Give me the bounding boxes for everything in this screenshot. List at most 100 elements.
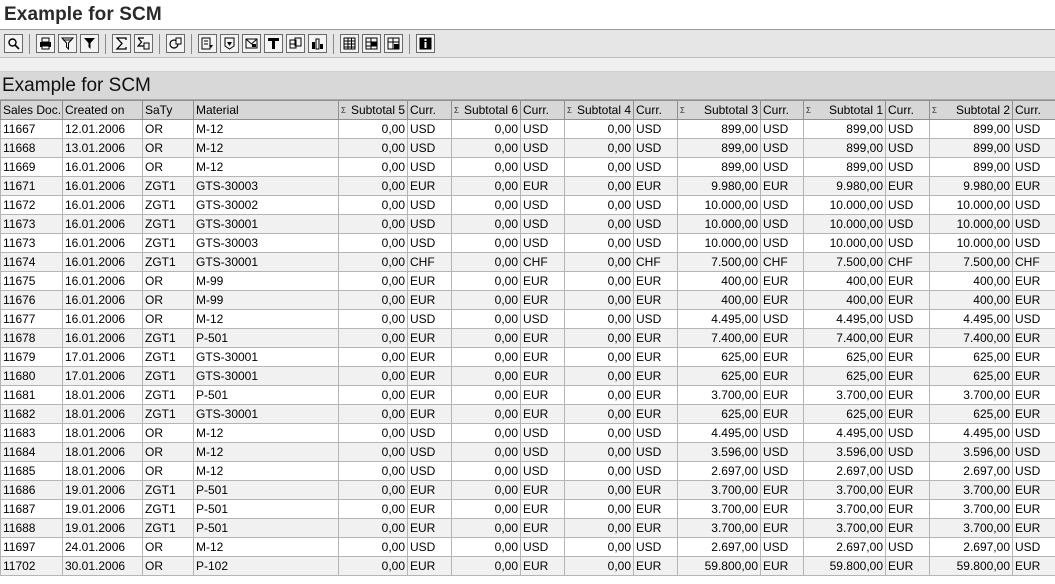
table-row[interactable]: 11673 16.01.2006 ZGT1 GTS-30003 0,00 USD 0,00 U… — [0, 233, 1055, 253]
column-header-curr[interactable]: Curr. — [407, 100, 452, 120]
table-cell[interactable]: USD — [633, 423, 678, 443]
table-cell[interactable]: USD — [520, 423, 565, 443]
table-cell[interactable]: 11667 — [0, 119, 63, 139]
table-cell[interactable]: USD — [885, 214, 930, 234]
table-cell[interactable]: OR — [142, 461, 194, 481]
table-cell[interactable]: USD — [1012, 537, 1055, 557]
table-cell[interactable]: USD — [407, 423, 452, 443]
table-cell[interactable]: 0,00 — [564, 119, 634, 139]
table-cell[interactable]: EUR — [1012, 480, 1055, 500]
table-cell[interactable]: EUR — [1012, 176, 1055, 196]
table-cell[interactable]: 11676 — [0, 290, 63, 310]
table-cell[interactable]: EUR — [633, 271, 678, 291]
table-cell[interactable]: 16.01.2006 — [62, 252, 143, 272]
table-cell[interactable]: ZGT1 — [142, 214, 194, 234]
table-cell[interactable]: 899,00 — [929, 119, 1013, 139]
table-cell[interactable]: 9.980,00 — [677, 176, 761, 196]
table-cell[interactable]: 2.697,00 — [677, 461, 761, 481]
table-cell[interactable]: 2.697,00 — [929, 461, 1013, 481]
table-cell[interactable]: 0,00 — [338, 138, 408, 158]
table-cell[interactable]: EUR — [760, 271, 804, 291]
table-cell[interactable]: 0,00 — [338, 537, 408, 557]
table-cell[interactable]: USD — [633, 138, 678, 158]
table-cell[interactable]: 0,00 — [564, 233, 634, 253]
table-cell[interactable]: 0,00 — [564, 480, 634, 500]
table-cell[interactable]: GTS-30001 — [193, 404, 339, 424]
table-cell[interactable]: 0,00 — [451, 195, 521, 215]
column-header-saty[interactable]: SaTy — [142, 100, 194, 120]
table-cell[interactable]: 625,00 — [803, 347, 886, 367]
table-cell[interactable]: M-12 — [193, 537, 339, 557]
table-cell[interactable]: 0,00 — [451, 233, 521, 253]
table-cell[interactable]: 10.000,00 — [803, 195, 886, 215]
table-cell[interactable]: 11671 — [0, 176, 63, 196]
table-cell[interactable]: 400,00 — [803, 271, 886, 291]
table-cell[interactable]: USD — [760, 537, 804, 557]
table-cell[interactable]: 3.700,00 — [929, 499, 1013, 519]
table-cell[interactable]: ZGT1 — [142, 233, 194, 253]
table-cell[interactable]: EUR — [760, 290, 804, 310]
table-cell[interactable]: USD — [520, 214, 565, 234]
table-row[interactable]: 11676 16.01.2006 OR M-99 0,00 EUR 0,00 EUR 0,00 E… — [0, 290, 1055, 310]
table-cell[interactable]: 0,00 — [338, 366, 408, 386]
filter-button[interactable] — [58, 34, 77, 53]
table-cell[interactable]: 899,00 — [677, 119, 761, 139]
table-cell[interactable]: 16.01.2006 — [62, 157, 143, 177]
table-cell[interactable]: 13.01.2006 — [62, 138, 143, 158]
table-cell[interactable]: EUR — [407, 328, 452, 348]
table-cell[interactable]: 10.000,00 — [803, 214, 886, 234]
table-cell[interactable]: EUR — [407, 366, 452, 386]
table-cell[interactable]: 625,00 — [803, 366, 886, 386]
table-cell[interactable]: USD — [885, 233, 930, 253]
table-cell[interactable]: 625,00 — [677, 366, 761, 386]
table-cell[interactable]: OR — [142, 556, 194, 576]
table-cell[interactable]: ZGT1 — [142, 195, 194, 215]
table-cell[interactable]: 0,00 — [338, 442, 408, 462]
table-cell[interactable]: USD — [407, 138, 452, 158]
table-cell[interactable]: USD — [520, 309, 565, 329]
table-row[interactable]: 11697 24.01.2006 OR M-12 0,00 USD 0,00 USD 0,00 U… — [0, 537, 1055, 557]
table-cell[interactable]: 16.01.2006 — [62, 290, 143, 310]
table-cell[interactable]: GTS-30001 — [193, 347, 339, 367]
table-cell[interactable]: 0,00 — [564, 138, 634, 158]
table-cell[interactable]: EUR — [885, 499, 930, 519]
table-row[interactable]: 11702 30.01.2006 OR P-102 0,00 EUR 0,00 EUR 0,00… — [0, 556, 1055, 576]
table-cell[interactable]: EUR — [633, 480, 678, 500]
table-cell[interactable]: 3.700,00 — [803, 518, 886, 538]
table-cell[interactable]: P-501 — [193, 385, 339, 405]
table-cell[interactable]: M-12 — [193, 442, 339, 462]
table-cell[interactable]: 19.01.2006 — [62, 518, 143, 538]
table-cell[interactable]: M-12 — [193, 309, 339, 329]
table-cell[interactable]: 10.000,00 — [929, 214, 1013, 234]
table-cell[interactable]: OR — [142, 423, 194, 443]
table-cell[interactable]: EUR — [1012, 328, 1055, 348]
table-cell[interactable]: USD — [760, 309, 804, 329]
table-cell[interactable]: 899,00 — [803, 157, 886, 177]
table-cell[interactable]: 3.700,00 — [677, 385, 761, 405]
table-cell[interactable]: 16.01.2006 — [62, 328, 143, 348]
table-cell[interactable]: EUR — [885, 347, 930, 367]
table-cell[interactable]: USD — [760, 138, 804, 158]
table-cell[interactable]: USD — [1012, 461, 1055, 481]
export-button[interactable] — [198, 34, 217, 53]
table-cell[interactable]: 0,00 — [564, 404, 634, 424]
table-cell[interactable]: 10.000,00 — [803, 233, 886, 253]
table-cell[interactable]: 7.500,00 — [929, 252, 1013, 272]
table-cell[interactable]: EUR — [520, 499, 565, 519]
table-cell[interactable]: EUR — [520, 518, 565, 538]
table-cell[interactable]: 11685 — [0, 461, 63, 481]
table-cell[interactable]: USD — [520, 157, 565, 177]
table-cell[interactable]: EUR — [407, 176, 452, 196]
table-cell[interactable]: 10.000,00 — [677, 195, 761, 215]
table-cell[interactable]: 0,00 — [451, 347, 521, 367]
table-cell[interactable]: EUR — [885, 290, 930, 310]
table-cell[interactable]: EUR — [760, 480, 804, 500]
table-row[interactable]: 11674 16.01.2006 ZGT1 GTS-30001 0,00 CHF 0,00 C… — [0, 252, 1055, 272]
table-cell[interactable]: 10.000,00 — [677, 214, 761, 234]
table-cell[interactable]: 0,00 — [451, 537, 521, 557]
table-cell[interactable]: USD — [407, 309, 452, 329]
table-row[interactable]: 11685 18.01.2006 OR M-12 0,00 USD 0,00 USD 0,00 U… — [0, 461, 1055, 481]
table-cell[interactable]: 400,00 — [803, 290, 886, 310]
table-cell[interactable]: USD — [760, 157, 804, 177]
table-cell[interactable]: 0,00 — [338, 404, 408, 424]
